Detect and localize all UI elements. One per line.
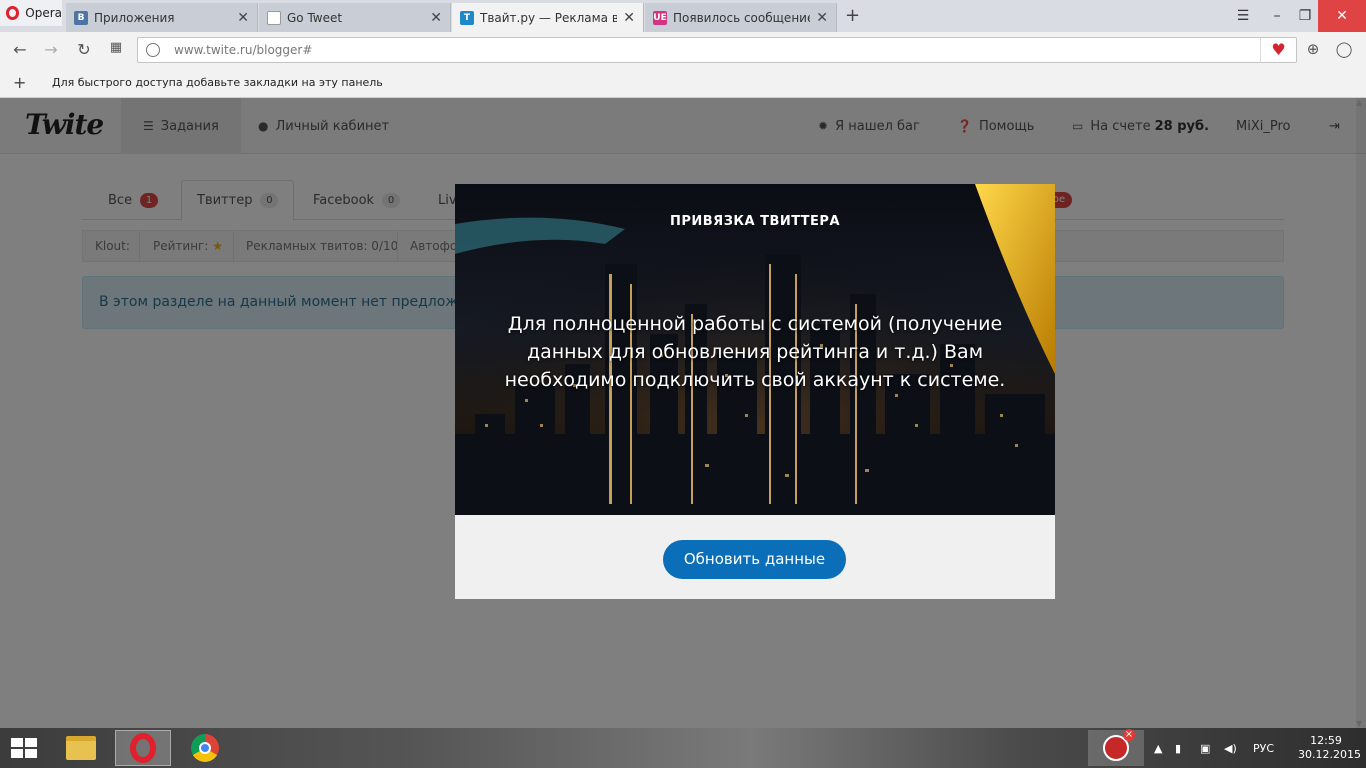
new-tab-button[interactable]: +: [845, 5, 860, 26]
back-icon[interactable]: ←: [10, 40, 30, 59]
twite-icon: T: [460, 10, 474, 25]
document-icon: [267, 10, 281, 25]
city-night-image: ПРИВЯЗКА ТВИТТЕРА Для полноценной работы…: [455, 184, 1055, 515]
chrome-icon: [191, 734, 219, 762]
network-icon[interactable]: ▣: [1200, 728, 1210, 768]
language-indicator[interactable]: РУС: [1253, 728, 1274, 768]
tab-label: Приложения: [94, 10, 175, 25]
browser-tab-vk[interactable]: В Приложения ✕: [66, 3, 258, 32]
tray-expand-icon[interactable]: ▲: [1154, 728, 1162, 768]
tray-device-icon[interactable]: ▮: [1175, 728, 1181, 768]
window-close-icon[interactable]: ✕: [1318, 0, 1366, 32]
close-icon[interactable]: ✕: [430, 10, 442, 26]
opera-menu-button[interactable]: Opera: [0, 0, 62, 26]
system-clock[interactable]: 12:59 30.12.2015: [1298, 734, 1361, 762]
browser-tabbar: Opera В Приложения ✕ Go Tweet ✕ T Твайт.…: [0, 0, 1366, 32]
modal-title: ПРИВЯЗКА ТВИТТЕРА: [669, 214, 841, 229]
clock-date: 30.12.2015: [1298, 748, 1361, 761]
tab-label: Go Tweet: [287, 10, 343, 25]
taskbar-tray-app[interactable]: [1088, 729, 1144, 766]
reload-icon[interactable]: ↻: [74, 40, 94, 59]
download-icon[interactable]: ⊕: [1303, 40, 1323, 58]
twitter-link-modal: ПРИВЯЗКА ТВИТТЕРА Для полноценной работы…: [455, 184, 1055, 599]
page-scrollbar[interactable]: ▲ ▼: [1356, 98, 1366, 728]
add-bookmark-icon[interactable]: +: [13, 73, 26, 92]
notification-app-icon: [1103, 729, 1135, 761]
bookmark-heart-icon[interactable]: ♥: [1260, 38, 1296, 62]
minimize-icon[interactable]: –: [1262, 0, 1292, 32]
taskbar-explorer[interactable]: [53, 730, 109, 766]
close-icon[interactable]: ✕: [237, 10, 249, 26]
windows-taskbar: ▲ ▮ ▣ ◀) РУС 12:59 30.12.2015: [0, 728, 1366, 768]
taskbar-opera[interactable]: [115, 730, 171, 766]
tab-label: Твайт.ру — Реклама в Тви: [480, 10, 618, 25]
close-icon[interactable]: ✕: [816, 10, 828, 26]
windows-start-icon[interactable]: [11, 738, 39, 760]
folder-icon: [66, 736, 96, 760]
opera-menu-label: Opera: [25, 6, 62, 20]
restore-icon[interactable]: ❐: [1290, 0, 1320, 32]
speed-dial-icon[interactable]: ▦: [106, 40, 126, 55]
clock-time: 12:59: [1310, 734, 1342, 747]
opera-logo-icon: [6, 6, 20, 20]
ue-icon: UE: [653, 10, 667, 25]
taskbar-chrome[interactable]: [177, 730, 233, 766]
forward-icon[interactable]: →: [41, 40, 61, 59]
volume-icon[interactable]: ◀): [1224, 728, 1237, 768]
site-info-icon[interactable]: [146, 43, 160, 57]
scroll-down-icon[interactable]: ▼: [1356, 719, 1362, 728]
bookmarks-bar: + Для быстрого доступа добавьте закладки…: [0, 68, 1366, 98]
bookmarks-hint: Для быстрого доступа добавьте закладки н…: [52, 76, 383, 89]
tab-menu-icon[interactable]: ☰: [1228, 0, 1258, 32]
modal-description: Для полноценной работы с системой (получ…: [504, 313, 1006, 391]
opera-icon: [130, 733, 156, 763]
browser-tab-ue[interactable]: UE Появилось сообщение о ✕: [645, 3, 837, 32]
address-field[interactable]: www.twite.ru/blogger# ♥: [137, 37, 1297, 63]
browser-tab-gotweet[interactable]: Go Tweet ✕: [259, 3, 451, 32]
close-icon[interactable]: ✕: [623, 10, 635, 26]
url-text: www.twite.ru/blogger#: [174, 43, 313, 57]
tab-label: Появилось сообщение о: [673, 10, 811, 25]
vk-icon: В: [74, 10, 88, 25]
refresh-data-button[interactable]: Обновить данные: [663, 540, 846, 579]
scroll-up-icon[interactable]: ▲: [1356, 98, 1362, 107]
browser-tab-twite[interactable]: T Твайт.ру — Реклама в Тви ✕: [452, 3, 644, 32]
account-icon[interactable]: ◯: [1334, 40, 1354, 58]
